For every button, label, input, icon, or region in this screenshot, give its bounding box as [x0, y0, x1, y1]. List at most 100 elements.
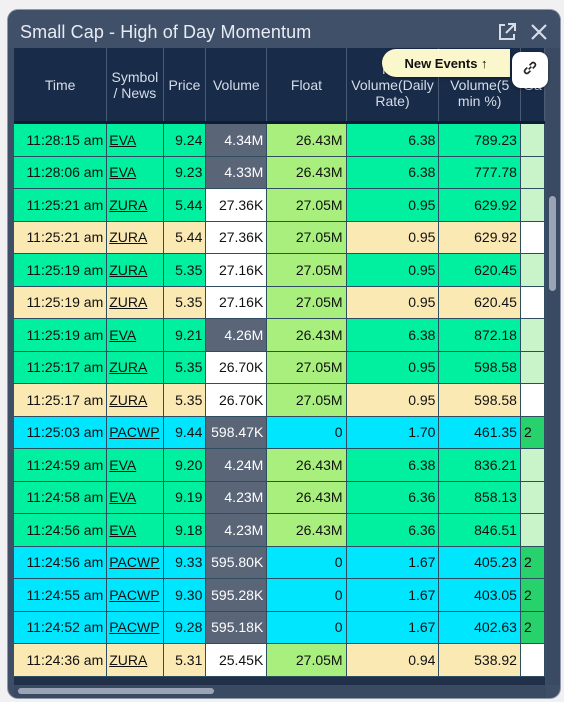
cell-volume: 598.47K [205, 416, 268, 449]
cell-price: 5.35 [163, 253, 207, 287]
cell-time: 11:24:58 am [14, 481, 108, 514]
cell-gap [520, 448, 545, 482]
table-row[interactable]: 11:24:59 am EVA 9.20 4.24M 26.43M 6.38 836.21 [14, 448, 545, 482]
cell-price: 9.44 [163, 416, 207, 449]
cell-price: 5.44 [163, 188, 207, 222]
window-titlebar[interactable]: Small Cap - High of Day Momentum [8, 10, 560, 48]
cell-volume: 4.23M [205, 513, 268, 547]
table-row[interactable]: 11:25:19 am EVA 9.21 4.26M 26.43M 6.38 872.18 [14, 318, 545, 352]
table-row[interactable]: 11:25:17 am ZURA 5.35 26.70K 27.05M 0.95 598.5… [14, 383, 545, 417]
cell-symbol[interactable]: ZURA [106, 188, 164, 222]
cell-time: 11:24:56 am [14, 513, 108, 547]
cell-symbol[interactable]: EVA [106, 156, 164, 189]
cell-symbol[interactable]: ZURA [106, 643, 164, 677]
cell-symbol[interactable]: PACWP [106, 578, 164, 612]
cell-volume: 26.70K [205, 351, 268, 384]
cell-symbol[interactable]: ZURA [106, 351, 164, 384]
cell-time: 11:24:59 am [14, 448, 108, 482]
cell-rel-volume-5min: 405.23 [438, 546, 521, 579]
column-header-time[interactable]: Time [14, 48, 108, 124]
scanner-window: Small Cap - High of Day Momentum Time Sy… [8, 10, 560, 698]
cell-symbol[interactable]: EVA [106, 122, 164, 157]
vertical-scrollbar[interactable] [546, 48, 560, 685]
cell-rel-volume-5min: 836.21 [438, 448, 521, 482]
cell-price: 9.28 [163, 611, 207, 644]
cell-symbol[interactable]: EVA [106, 513, 164, 547]
data-grid: Time Symbol / News Price Volume Float Re… [14, 48, 545, 685]
table-row[interactable]: 11:24:36 am ZURA 5.31 25.45K 27.05M 0.94 538.9… [14, 643, 545, 677]
cell-volume: 595.28K [205, 578, 268, 612]
cell-price: 5.35 [163, 351, 207, 384]
cell-gap: 2 [520, 546, 545, 579]
cell-rel-volume-5min: 858.13 [438, 481, 521, 514]
cell-rel-volume-daily: 0.95 [346, 383, 440, 417]
cell-volume: 25.45K [205, 643, 268, 677]
link-icon [521, 59, 539, 82]
table-row[interactable]: 11:25:21 am ZURA 5.44 27.36K 27.05M 0.95 629.9… [14, 221, 545, 254]
cell-price: 9.33 [163, 546, 207, 579]
column-header-volume[interactable]: Volume [205, 48, 268, 124]
cell-gap [520, 643, 545, 677]
close-icon[interactable] [528, 21, 550, 43]
cell-rel-volume-5min: 777.78 [438, 156, 521, 189]
cell-volume: 4.34M [205, 122, 268, 157]
table-row[interactable]: 11:25:17 am ZURA 5.35 26.70K 27.05M 0.95 598.5… [14, 351, 545, 384]
table-row[interactable]: 11:25:21 am ZURA 5.44 27.36K 27.05M 0.95 629.9… [14, 188, 545, 222]
cell-symbol[interactable]: ZURA [106, 383, 164, 417]
table-row[interactable]: 11:25:19 am ZURA 5.35 27.16K 27.05M 0.95 620.4… [14, 286, 545, 319]
column-header-float[interactable]: Float [266, 48, 347, 124]
cell-volume: 27.16K [205, 253, 268, 287]
cell-symbol[interactable]: PACWP [106, 546, 164, 579]
horizontal-scroll-thumb[interactable] [18, 688, 214, 694]
table-row[interactable]: 11:25:19 am ZURA 5.35 27.16K 27.05M 0.95 620.4… [14, 253, 545, 287]
vertical-scroll-thumb[interactable] [549, 196, 556, 291]
cell-symbol[interactable]: EVA [106, 448, 164, 482]
table-row[interactable]: 11:28:06 am EVA 9.23 4.33M 26.43M 6.38 777.78 [14, 156, 545, 189]
cell-rel-volume-daily: 0.95 [346, 253, 440, 287]
cell-volume: 4.24M [205, 448, 268, 482]
cell-rel-volume-daily: 0.95 [346, 221, 440, 254]
column-header-price[interactable]: Price [163, 48, 207, 124]
link-button[interactable] [512, 52, 548, 88]
table-row[interactable]: 11:24:52 am PACWP 9.28 595.18K 0 1.67 402.63 2 [14, 611, 545, 644]
cell-symbol[interactable]: EVA [106, 481, 164, 514]
table-row[interactable]: 11:24:55 am PACWP 9.30 595.28K 0 1.67 403.05 2 [14, 578, 545, 612]
cell-float: 27.05M [266, 643, 347, 677]
cell-float: 27.05M [266, 221, 347, 254]
table-row[interactable]: 11:25:03 am PACWP 9.44 598.47K 0 1.70 461.35 2 [14, 416, 545, 449]
cell-rel-volume-5min: 403.05 [438, 578, 521, 612]
cell-float: 26.43M [266, 513, 347, 547]
table-row[interactable]: 11:24:56 am EVA 9.18 4.23M 26.43M 6.36 846.51 [14, 513, 545, 547]
cell-rel-volume-daily: 1.67 [346, 578, 440, 612]
popout-icon[interactable] [496, 21, 518, 43]
table-row[interactable]: 11:24:58 am EVA 9.19 4.23M 26.43M 6.36 858.13 [14, 481, 545, 514]
cell-float: 0 [266, 611, 347, 644]
cell-rel-volume-5min: 872.18 [438, 318, 521, 352]
cell-float: 27.05M [266, 351, 347, 384]
table-row[interactable]: 11:24:56 am PACWP 9.33 595.80K 0 1.67 405.23 2 [14, 546, 545, 579]
cell-time: 11:25:19 am [14, 318, 108, 352]
cell-symbol[interactable]: EVA [106, 318, 164, 352]
cell-time: 11:24:55 am [14, 578, 108, 612]
horizontal-scrollbar[interactable] [14, 685, 546, 698]
cell-float: 26.43M [266, 318, 347, 352]
cell-time: 11:28:15 am [14, 122, 108, 157]
cell-float: 27.05M [266, 188, 347, 222]
column-header-symbol[interactable]: Symbol / News [106, 48, 164, 124]
cell-rel-volume-5min: 402.63 [438, 611, 521, 644]
cell-symbol[interactable]: ZURA [106, 221, 164, 254]
cell-time: 11:24:36 am [14, 643, 108, 677]
cell-symbol[interactable]: PACWP [106, 416, 164, 449]
cell-rel-volume-5min: 846.51 [438, 513, 521, 547]
cell-rel-volume-daily: 6.38 [346, 156, 440, 189]
cell-rel-volume-daily: 1.70 [346, 416, 440, 449]
cell-rel-volume-daily: 0.95 [346, 286, 440, 319]
cell-gap: 2 [520, 416, 545, 449]
new-events-button[interactable]: New Events ↑ [382, 49, 510, 77]
cell-symbol[interactable]: ZURA [106, 253, 164, 287]
cell-symbol[interactable]: ZURA [106, 286, 164, 319]
cell-gap [520, 383, 545, 417]
cell-symbol[interactable]: PACWP [106, 611, 164, 644]
cell-price: 5.44 [163, 221, 207, 254]
table-row[interactable]: 11:28:15 am EVA 9.24 4.34M 26.43M 6.38 789.23 [14, 122, 545, 157]
